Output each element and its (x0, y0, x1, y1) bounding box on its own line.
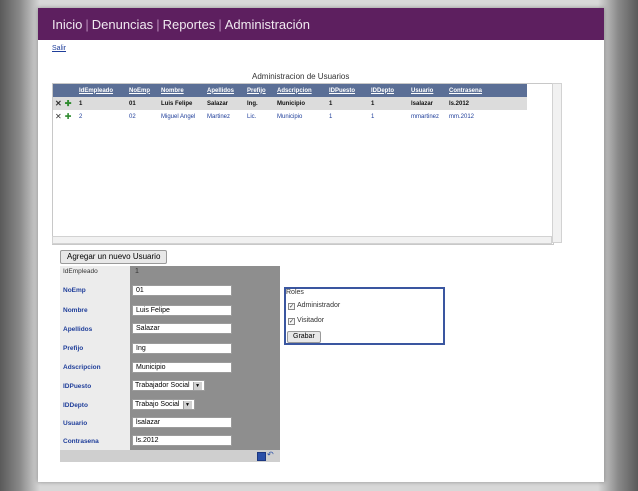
visitador-checkbox[interactable]: ✓ (288, 318, 295, 325)
roles-title: Roles (286, 289, 304, 296)
nombre-input[interactable]: Luis Felipe (132, 305, 232, 316)
table-cell: 1 (369, 110, 409, 123)
table-cell: Luis Felipe (159, 97, 205, 110)
table-cell: Lic. (245, 110, 275, 123)
label-contrasena: Contrasena (63, 438, 99, 445)
column-header[interactable]: Apellidos (205, 84, 245, 97)
table-cell: mmartinez (409, 110, 447, 123)
nav-denuncias[interactable]: Denuncias (92, 17, 153, 32)
administrador-label: Administrador (297, 302, 341, 309)
delete-icon[interactable]: ✕ (55, 112, 62, 121)
idpuesto-selected: Trabajador Social (135, 382, 190, 389)
grid-title: Administracion de Usuarios (252, 72, 350, 81)
table-cell: Municipio (275, 110, 327, 123)
salir-link[interactable]: Salir (52, 45, 66, 52)
label-noemp: NoEmp (63, 287, 86, 294)
table-cell: 1 (327, 97, 369, 110)
add-user-button[interactable]: Agregar un nuevo Usuario (60, 250, 168, 264)
table-cell: 02 (127, 110, 159, 123)
usuario-input[interactable]: lsalazar (132, 417, 232, 428)
top-nav-bar: Inicio | Denuncias | Reportes | Administ… (38, 8, 604, 40)
users-grid: IdEmpleado NoEmp Nombre Apellidos Prefij… (52, 83, 554, 245)
grabar-button[interactable]: Grabar (287, 331, 321, 343)
column-header[interactable]: NoEmp (127, 84, 159, 97)
column-header[interactable]: IDDepto (369, 84, 409, 97)
table-header-row: IdEmpleado NoEmp Nombre Apellidos Prefij… (53, 84, 527, 97)
users-table: IdEmpleado NoEmp Nombre Apellidos Prefij… (53, 84, 527, 123)
iddepto-selected: Trabajo Social (135, 401, 180, 408)
delete-icon[interactable]: ✕ (55, 99, 62, 108)
label-idpuesto: IDPuesto (63, 383, 92, 390)
label-iddepto: IDDepto (63, 402, 88, 409)
column-header[interactable]: Usuario (409, 84, 447, 97)
column-header[interactable]: IdEmpleado (77, 84, 127, 97)
table-cell: ls.2012 (447, 97, 527, 110)
nav-inicio[interactable]: Inicio (52, 17, 82, 32)
table-cell: 2 (77, 110, 127, 123)
table-cell: 01 (127, 97, 159, 110)
table-row[interactable]: ✕ ✚ 1 01 Luis Felipe Salazar Ing. Municip… (53, 97, 527, 110)
column-header[interactable]: Nombre (159, 84, 205, 97)
table-cell: Salazar (205, 97, 245, 110)
table-cell: lsalazar (409, 97, 447, 110)
column-header[interactable]: Adscripcion (275, 84, 327, 97)
table-cell: Miguel Angel (159, 110, 205, 123)
label-idempleado: IdEmpleado (63, 268, 98, 275)
label-apellidos: Apellidos (63, 326, 93, 333)
header-actions (53, 84, 77, 97)
undo-icon[interactable]: ↶ (267, 450, 274, 459)
column-header[interactable]: Prefijo (245, 84, 275, 97)
nav-separator: | (85, 16, 89, 32)
prefijo-input[interactable]: Ing (132, 343, 232, 354)
label-adscripcion: Adscripcion (63, 364, 101, 371)
table-cell: 1 (77, 97, 127, 110)
table-row[interactable]: ✕ ✚ 2 02 Miguel Angel Martinez Lic. Munic… (53, 110, 527, 123)
iddepto-select[interactable]: Trabajo Social ▼ (132, 399, 195, 410)
table-cell: 1 (327, 110, 369, 123)
nav-separator: | (156, 16, 160, 32)
chevron-down-icon[interactable]: ▼ (192, 381, 202, 390)
grid-vertical-scrollbar[interactable] (552, 83, 562, 243)
nav-administracion[interactable]: Administración (225, 17, 310, 32)
idpuesto-select[interactable]: Trabajador Social ▼ (132, 380, 205, 391)
adscripcion-input[interactable]: Municipio (132, 362, 232, 373)
visitador-label: Visitador (297, 317, 325, 324)
column-header[interactable]: IDPuesto (327, 84, 369, 97)
grid-horizontal-scrollbar[interactable] (52, 236, 552, 244)
nav-reportes[interactable]: Reportes (163, 17, 216, 32)
edit-icon[interactable]: ✚ (65, 99, 72, 108)
apellidos-input[interactable]: Salazar (132, 323, 232, 334)
table-cell: mm.2012 (447, 110, 527, 123)
row-actions: ✕ ✚ (53, 97, 77, 110)
noemp-input[interactable]: 01 (132, 285, 232, 296)
save-icon[interactable] (257, 452, 266, 461)
table-cell: Municipio (275, 97, 327, 110)
nav-separator: | (218, 16, 222, 32)
edit-icon[interactable]: ✚ (65, 112, 72, 121)
label-prefijo: Prefijo (63, 345, 84, 352)
column-header[interactable]: Contrasena (447, 84, 527, 97)
table-cell: 1 (369, 97, 409, 110)
chevron-down-icon[interactable]: ▼ (182, 400, 192, 409)
contrasena-input[interactable]: ls.2012 (132, 435, 232, 446)
label-usuario: Usuario (63, 420, 88, 427)
label-nombre: Nombre (63, 307, 88, 314)
value-idempleado: 1 (135, 268, 139, 275)
administrador-checkbox[interactable]: ✓ (288, 303, 295, 310)
form-footer (60, 450, 280, 462)
table-cell: Ing. (245, 97, 275, 110)
row-actions: ✕ ✚ (53, 110, 77, 123)
table-cell: Martinez (205, 110, 245, 123)
